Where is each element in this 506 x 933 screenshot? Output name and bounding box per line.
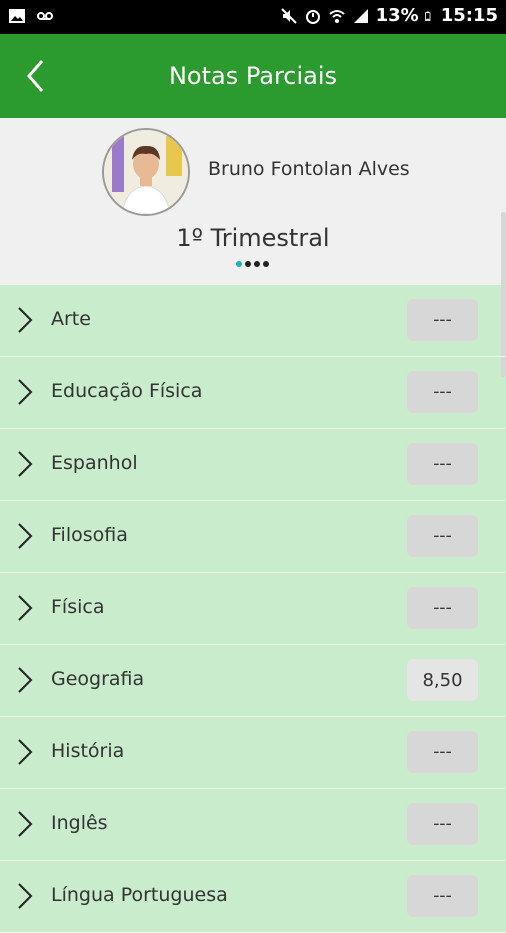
pager-dot-1[interactable] [236,261,242,267]
wifi-icon [328,9,345,23]
chevron-right-icon [18,523,33,549]
subject-name: Língua Portuguesa [51,884,228,906]
subject-name: Física [51,596,105,618]
list-item[interactable]: História --- [0,717,506,789]
student-name: Bruno Fontolan Alves [208,158,410,180]
subject-name: História [51,740,125,762]
avatar [102,128,190,216]
chevron-right-icon [18,307,33,333]
chevron-right-icon [18,739,33,765]
pager-dot-4[interactable] [263,261,269,267]
status-bar: 13% 15:15 [0,0,506,34]
signal-icon [353,8,368,23]
pager-dot-2[interactable] [245,261,251,267]
subject-name: Arte [51,308,91,330]
subject-name: Espanhol [51,452,138,474]
pager-dot-3[interactable] [254,261,260,267]
grade-badge: --- [407,299,478,341]
grade-badge: --- [407,515,478,557]
grade-badge: --- [407,803,478,845]
mute-icon [280,7,297,24]
chevron-right-icon [18,451,33,477]
period-pager[interactable] [236,261,269,267]
grade-badge: --- [407,587,478,629]
subject-list: Arte --- Educação Física --- Espanhol --… [0,285,506,933]
list-item[interactable]: Geografia 8,50 [0,645,506,717]
list-item[interactable]: Espanhol --- [0,429,506,501]
list-item[interactable]: Física --- [0,573,506,645]
list-item[interactable]: Filosofia --- [0,501,506,573]
subject-name: Educação Física [51,380,203,402]
grade-badge: --- [407,731,478,773]
chevron-right-icon [18,883,33,909]
battery-icon [424,11,431,21]
app-bar: Notas Parciais [0,34,506,118]
subject-name: Filosofia [51,524,128,546]
subject-name: Inglês [51,812,108,834]
grade-badge: --- [407,443,478,485]
battery-level: 13% [375,5,419,26]
list-item[interactable]: Educação Física --- [0,357,506,429]
clock: 15:15 [440,5,498,26]
chevron-right-icon [18,667,33,693]
page-title: Notas Parciais [168,62,338,90]
chevron-right-icon [18,379,33,405]
student-profile: Bruno Fontolan Alves 1º Trimestral [0,118,506,285]
grade-badge: --- [407,875,478,917]
subject-name: Geografia [51,668,145,690]
grade-badge: 8,50 [407,659,478,701]
alarm-icon [305,9,320,24]
period-label: 1º Trimestral [176,224,330,252]
list-item[interactable]: Arte --- [0,285,506,357]
grade-badge: --- [407,371,478,413]
voicemail-icon [37,12,53,20]
list-item[interactable]: Língua Portuguesa --- [0,861,506,933]
image-icon [9,9,25,23]
list-item[interactable]: Inglês --- [0,789,506,861]
chevron-right-icon [18,595,33,621]
chevron-right-icon [18,811,33,837]
